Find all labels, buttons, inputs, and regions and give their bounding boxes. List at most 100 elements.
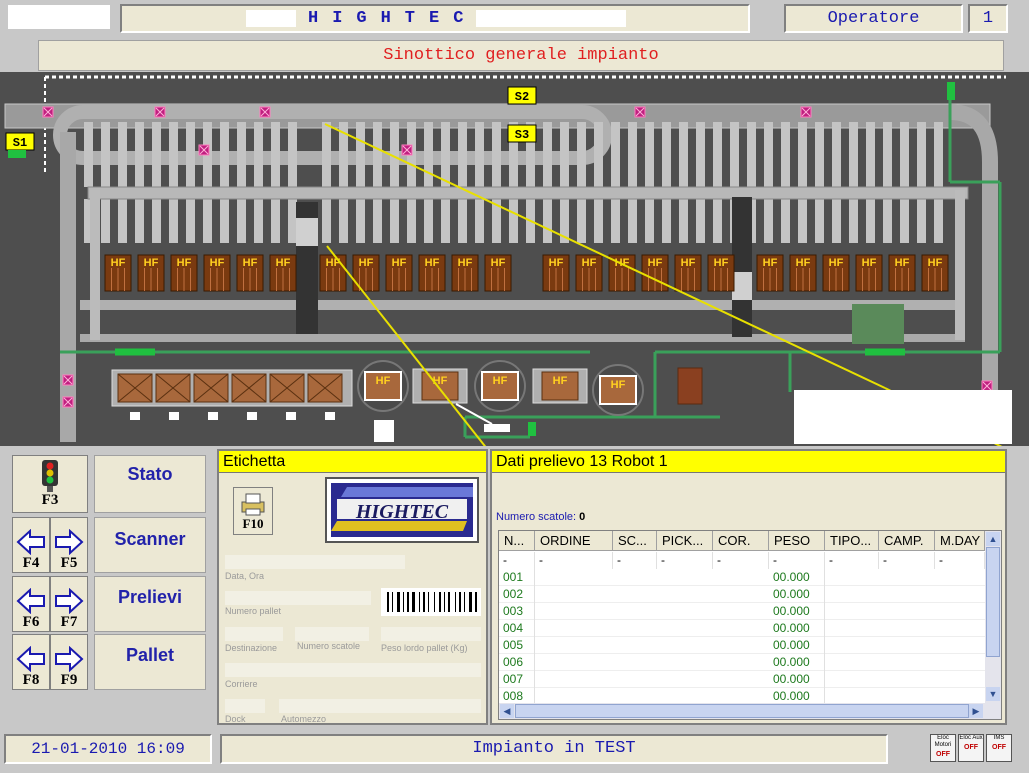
station-s1[interactable]: S1: [13, 136, 27, 150]
pallet[interactable]: [269, 373, 305, 403]
h-scroll-thumb[interactable]: [515, 704, 969, 718]
hf-cell[interactable]: HF: [203, 254, 231, 292]
table-row[interactable]: [499, 637, 985, 654]
table-cell: -: [613, 552, 657, 569]
rack-column-bottom: [339, 199, 348, 243]
rack-column-bottom: [101, 199, 110, 243]
stato-button[interactable]: Stato: [94, 455, 206, 513]
position-marker: [62, 396, 74, 408]
station-s3[interactable]: S3: [515, 128, 529, 142]
pallet[interactable]: [193, 373, 229, 403]
table-row[interactable]: [499, 671, 985, 688]
hf-cell[interactable]: HF: [137, 254, 165, 292]
barcode: [381, 588, 481, 616]
robot-station[interactable]: HF: [412, 368, 468, 404]
hf-cell[interactable]: HF: [319, 254, 347, 292]
hf-cell[interactable]: HF: [269, 254, 297, 292]
scroll-up-icon[interactable]: ▲: [986, 532, 1000, 546]
synoptic-drawing: HF HF HF HF HF HF HF HF HF HF HF HF HF HF HF HF HF HF HF HF…: [4, 75, 1012, 451]
robot-station[interactable]: HF: [474, 360, 526, 412]
pallet[interactable]: [117, 373, 153, 403]
position-marker: [800, 106, 812, 118]
table-row[interactable]: [499, 586, 985, 603]
rack-column-top: [798, 122, 807, 187]
table-row[interactable]: [499, 654, 985, 671]
hf-cell[interactable]: HF: [921, 254, 949, 292]
rack-column-bottom: [798, 199, 807, 243]
hf-cell[interactable]: HF: [104, 254, 132, 292]
hf-cell[interactable]: HF: [236, 254, 264, 292]
scroll-down-icon[interactable]: ▼: [986, 687, 1000, 701]
position-marker: [401, 144, 413, 156]
hf-cell[interactable]: HF: [641, 254, 669, 292]
f5-key[interactable]: F5: [50, 517, 88, 573]
f6-key[interactable]: F6: [12, 576, 50, 632]
robot-station[interactable]: HF: [592, 364, 644, 416]
pick-data-table[interactable]: N... ORDINE SC... PICK... COR. PESO TIPO... CAM…: [498, 530, 1002, 720]
status-icons: Eloc Motori OFF Eloc Aux OFF IMS OFF: [930, 734, 1020, 764]
status-indicator-icon[interactable]: Eloc Motori OFF: [930, 734, 956, 762]
column-header[interactable]: M.DAY: [935, 531, 985, 551]
f3-stato-key[interactable]: F3: [12, 455, 88, 513]
column-header[interactable]: N...: [499, 531, 535, 551]
sensor-icon: [325, 412, 335, 420]
scroll-left-icon[interactable]: ◀: [500, 704, 514, 718]
hf-cell[interactable]: HF: [542, 254, 570, 292]
vertical-scrollbar[interactable]: ▲ ▼: [985, 531, 1001, 703]
hf-cell[interactable]: HF: [484, 254, 512, 292]
hf-cell[interactable]: HF: [170, 254, 198, 292]
hf-cell[interactable]: HF: [855, 254, 883, 292]
hf-cell[interactable]: HF: [575, 254, 603, 292]
hf-cell[interactable]: HF: [674, 254, 702, 292]
f7-key[interactable]: F7: [50, 576, 88, 632]
traffic-light-icon: [42, 460, 58, 492]
column-header[interactable]: TIPO...: [825, 531, 879, 551]
rack-column-bottom: [917, 199, 926, 243]
column-header[interactable]: ORDINE: [535, 531, 613, 551]
horizontal-scrollbar[interactable]: ◀ ▶: [499, 703, 1001, 719]
rack-column-bottom: [271, 199, 280, 243]
scroll-right-icon[interactable]: ▶: [969, 704, 983, 718]
hf-cell[interactable]: HF: [352, 254, 380, 292]
pallet[interactable]: [307, 373, 343, 403]
table-row[interactable]: [499, 603, 985, 620]
table-row[interactable]: [499, 569, 985, 586]
f10-print-key[interactable]: F10: [233, 487, 273, 535]
column-header[interactable]: COR.: [713, 531, 769, 551]
hf-cell[interactable]: HF: [822, 254, 850, 292]
hf-cell[interactable]: HF: [385, 254, 413, 292]
status-indicator-icon[interactable]: Eloc Aux OFF: [958, 734, 984, 762]
scanner-button[interactable]: Scanner: [94, 517, 206, 573]
hf-cell[interactable]: HF: [418, 254, 446, 292]
column-header[interactable]: PESO: [769, 531, 825, 551]
column-header[interactable]: SC...: [613, 531, 657, 551]
hf-cell[interactable]: HF: [888, 254, 916, 292]
rack-column-bottom: [220, 199, 229, 243]
title-blank-left: [246, 10, 296, 27]
hf-cell[interactable]: HF: [789, 254, 817, 292]
pallet-button[interactable]: Pallet: [94, 634, 206, 690]
box-count-field: [295, 627, 369, 641]
station-s2[interactable]: S2: [515, 90, 529, 104]
status-indicator-icon[interactable]: IMS OFF: [986, 734, 1012, 762]
f4-key[interactable]: F4: [12, 517, 50, 573]
rack-column-bottom: [781, 199, 790, 243]
scroll-thumb[interactable]: [986, 547, 1000, 657]
hf-cell[interactable]: HF: [756, 254, 784, 292]
prelievi-button[interactable]: Prelievi: [94, 576, 206, 632]
hf-cell[interactable]: HF: [451, 254, 479, 292]
operator-number: 1: [968, 4, 1008, 33]
robot-station[interactable]: HF: [532, 368, 588, 404]
column-header[interactable]: PICK...: [657, 531, 713, 551]
table-cell: 007: [499, 671, 535, 688]
column-header[interactable]: CAMP.: [879, 531, 935, 551]
pallet[interactable]: [231, 373, 267, 403]
rack-column-bottom: [424, 199, 433, 243]
robot-station[interactable]: HF: [357, 360, 409, 412]
table-row[interactable]: [499, 620, 985, 637]
hf-cell-label: HF: [862, 257, 877, 269]
f8-key[interactable]: F8: [12, 634, 50, 690]
pallet[interactable]: [155, 373, 191, 403]
f9-key[interactable]: F9: [50, 634, 88, 690]
hf-cell[interactable]: HF: [707, 254, 735, 292]
